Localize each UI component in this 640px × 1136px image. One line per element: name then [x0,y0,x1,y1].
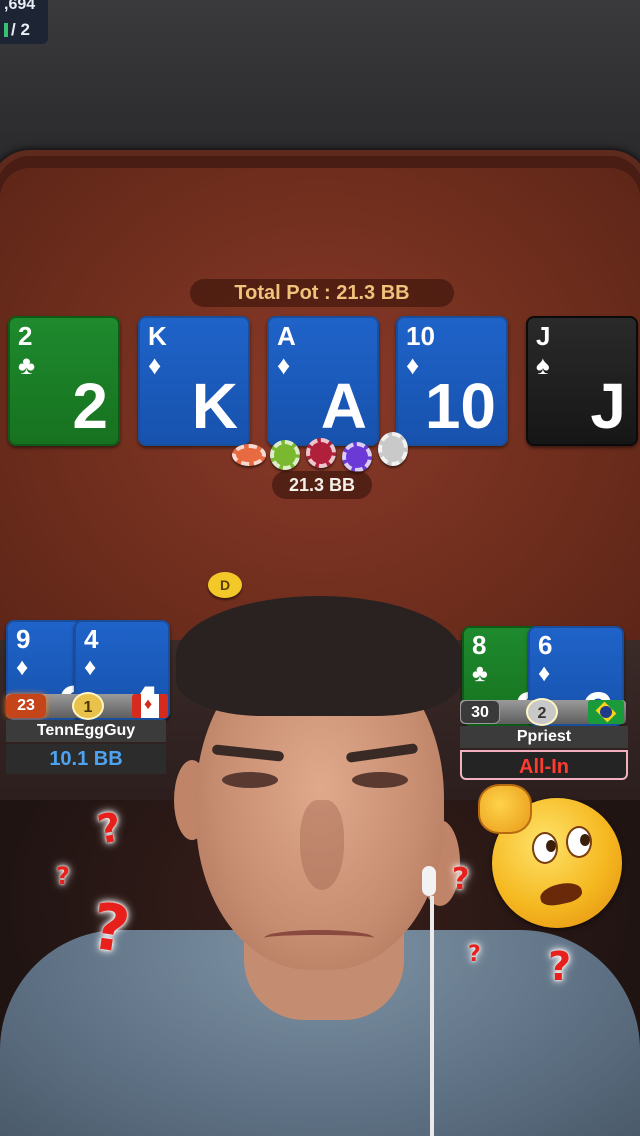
diamond-icon: ♦ [538,660,551,687]
question-mark-icon: ? [548,944,572,990]
player-left-rank-medal: 1 [72,692,104,720]
board-card-4: 10 ♦ 10 [396,316,508,446]
earbud-cord [430,896,434,1136]
streamer-hair [176,596,462,716]
player-left-stack: 10.1 BB [6,744,166,774]
pot-amount: 21.3 BB [272,471,372,499]
total-pot-label: Total Pot : 21.3 BB [190,279,454,307]
confused-face-emoji-icon [478,784,622,928]
earbud-icon [422,866,436,896]
diamond-icon: ♦ [84,654,97,681]
question-mark-icon: ? [56,862,70,890]
streamer-eye [222,772,278,788]
board-card-1: 2 ♣ 2 [8,316,120,446]
spade-icon: ♠ [536,350,550,380]
player-left-name: TennEggGuy [6,720,166,742]
pot-chip-stack [230,432,416,472]
player-right-rank-medal: 2 [526,698,558,726]
board-card-2: K ♦ K [138,316,250,446]
player-right-name: Ppriest [460,726,628,748]
chip-icon [378,432,408,466]
brazil-flag-icon [588,700,624,724]
chip-icon [270,440,300,470]
player-right-status: All-In [460,750,628,780]
hud-counter: ,694 / 2 [0,0,48,44]
streamer-eye [352,772,408,788]
diamond-icon: ♦ [277,350,291,380]
hud-table-count: / 2 [11,20,30,39]
hud-chip-count: ,694 [4,0,36,13]
board-card-3: A ♦ A [267,316,379,446]
player-right-level-badge: 30 [460,700,500,724]
question-mark-icon: ? [452,862,470,897]
diamond-icon: ♦ [148,350,162,380]
question-mark-icon: ? [468,942,481,967]
chip-icon [306,438,336,468]
board-card-5: J ♠ J [526,316,638,446]
signal-bar-icon [4,23,8,37]
hand-icon [478,784,532,834]
diamond-icon: ♦ [16,654,29,681]
canada-flag-icon: ♦ [132,694,168,718]
dealer-button: D [208,572,242,598]
club-icon: ♣ [472,660,488,687]
player-left-level-badge: 23 [6,694,46,718]
streamer-nose [300,800,344,890]
chip-icon [342,442,372,472]
streamer-mouth [264,930,374,946]
club-icon: ♣ [18,350,36,380]
diamond-icon: ♦ [406,350,420,380]
chip-icon [232,444,266,466]
